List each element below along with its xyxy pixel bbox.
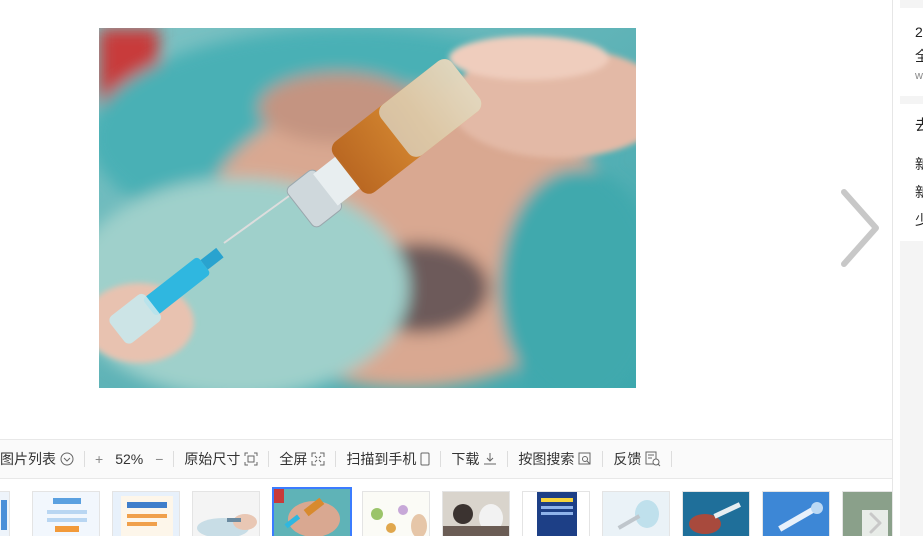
thumbnail[interactable] xyxy=(192,491,260,536)
related-card[interactable]: 2 全 w xyxy=(900,8,923,96)
zoom-value: 52% xyxy=(115,451,144,467)
thumbnail[interactable] xyxy=(602,491,670,536)
thumbnail[interactable] xyxy=(682,491,750,536)
chevron-right-icon xyxy=(862,510,888,536)
related-card-line: 全 xyxy=(915,48,923,64)
thumbnail[interactable] xyxy=(32,491,100,536)
thumbnails-next-button[interactable] xyxy=(862,510,888,536)
viewer-toolbar: 图片列表 + 52% − 原始尺寸 全屏 扫描到手机 下载 按图搜索 反馈 xyxy=(0,439,892,479)
original-size-icon xyxy=(244,452,258,466)
thumbnail[interactable] xyxy=(762,491,830,536)
zoom-out-button[interactable]: − xyxy=(155,451,163,467)
download-icon xyxy=(483,452,497,466)
search-by-image-button[interactable]: 按图搜索 xyxy=(508,440,602,478)
fullscreen-icon xyxy=(311,452,325,466)
scan-to-phone-button[interactable]: 扫描到手机 xyxy=(336,440,440,478)
fullscreen-button[interactable]: 全屏 xyxy=(269,440,335,478)
zoom-control: + 52% − xyxy=(85,440,173,478)
search-by-image-label: 按图搜索 xyxy=(518,451,575,467)
image-list-label: 图片列表 xyxy=(0,451,56,467)
thumbnail-strip xyxy=(0,486,892,536)
news-item[interactable]: 新 xyxy=(915,182,923,202)
thumbnail-active[interactable] xyxy=(272,487,352,536)
download-label: 下载 xyxy=(451,451,480,467)
panel-divider xyxy=(892,0,893,536)
image-search-icon xyxy=(578,452,592,466)
original-size-label: 原始尺寸 xyxy=(184,451,241,467)
related-card-url: w xyxy=(915,70,923,82)
news-item[interactable]: 少 xyxy=(915,210,923,230)
main-image[interactable] xyxy=(99,28,636,388)
phone-icon xyxy=(420,452,430,466)
fullscreen-label: 全屏 xyxy=(279,451,308,467)
thumbnail[interactable] xyxy=(0,491,10,536)
next-image-button[interactable] xyxy=(836,188,882,268)
original-size-button[interactable]: 原始尺寸 xyxy=(174,440,268,478)
news-card-title: 去 xyxy=(915,117,923,134)
chevron-right-icon xyxy=(841,189,879,267)
thumbnail[interactable] xyxy=(112,491,180,536)
thumbnail[interactable] xyxy=(522,491,590,536)
download-button[interactable]: 下载 xyxy=(441,440,507,478)
zoom-in-button[interactable]: + xyxy=(95,451,103,467)
toolbar-separator xyxy=(671,451,673,467)
news-card: 去 新 新 少 xyxy=(900,104,923,241)
feedback-label: 反馈 xyxy=(613,451,642,467)
feedback-button[interactable]: 反馈 xyxy=(603,440,671,478)
scan-to-phone-label: 扫描到手机 xyxy=(346,451,417,467)
feedback-icon xyxy=(645,451,661,467)
chevron-down-circle-icon xyxy=(60,452,74,466)
news-item[interactable]: 新 xyxy=(915,154,923,174)
related-card-line: 2 xyxy=(915,24,923,40)
thumbnail[interactable] xyxy=(362,491,430,536)
thumbnail[interactable] xyxy=(442,491,510,536)
image-list-button[interactable]: 图片列表 xyxy=(0,440,84,478)
